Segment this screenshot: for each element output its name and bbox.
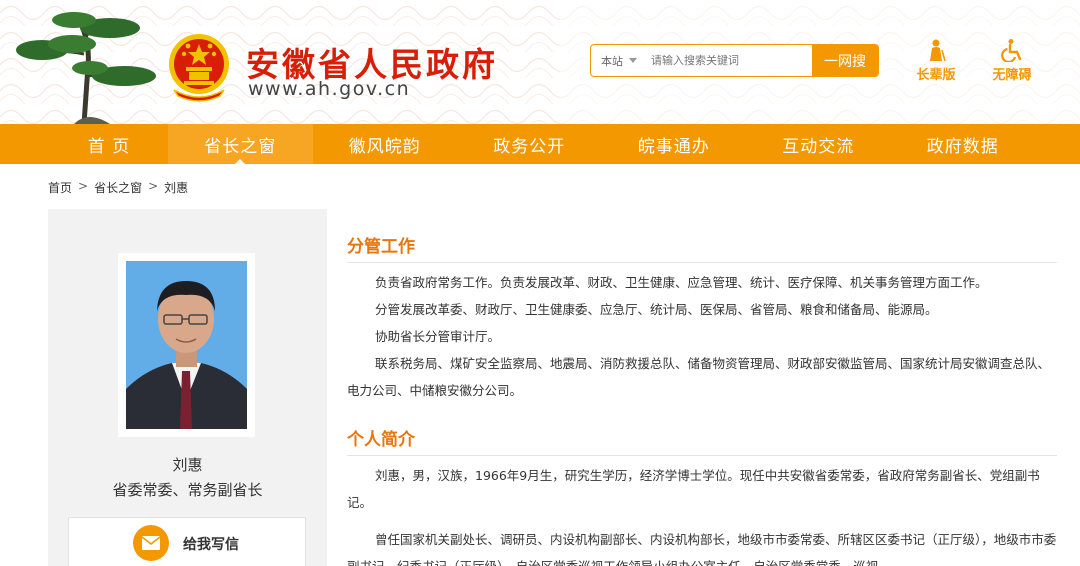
accessibility-icon: [1001, 39, 1022, 62]
bio-heading: 个人简介: [347, 425, 1057, 456]
main-nav: 首 页 省长之窗 徽风皖韵 政务公开 皖事通办 互动交流 政府数据: [0, 124, 1080, 165]
chevron-down-icon: [629, 58, 637, 63]
nav-government-affairs[interactable]: 政务公开: [457, 124, 602, 164]
profile-panel: 刘惠 省委常委、常务副省长 给我写信: [48, 209, 327, 566]
national-emblem-icon: [169, 34, 229, 102]
duties-paragraph: 联系税务局、煤矿安全监察局、地震局、消防救援总队、储备物资管理局、财政部安徽监管…: [347, 356, 1051, 398]
official-title: 省委常委、常务副省长: [112, 481, 263, 499]
elder-icon: [930, 39, 946, 62]
breadcrumb-separator: >: [148, 179, 159, 193]
elder-mode-label: 长辈版: [916, 68, 956, 83]
duties-paragraph: 分管发展改革委、财政厅、卫生健康委、应急厅、统计局、医保局、省管局、粮食和储备局…: [375, 302, 938, 317]
breadcrumb-governor-window[interactable]: 省长之窗: [94, 179, 142, 196]
search-button[interactable]: 一网搜: [812, 45, 878, 76]
duties-section: 分管工作 负责省政府常务工作。负责发展改革、财政、卫生健康、应急管理、统计、医疗…: [347, 232, 1057, 404]
bio-paragraph: 刘惠，男，汉族，1966年9月生，研究生学历，经济学博士学位。现任中共安徽省委常…: [347, 468, 1040, 510]
nav-anhui-culture[interactable]: 徽风皖韵: [313, 124, 458, 164]
duties-paragraph: 协助省长分管审计厅。: [375, 329, 501, 344]
site-header: 安徽省人民政府 www.ah.gov.cn 本站 一网搜 长辈版 无障碍: [0, 0, 1080, 124]
breadcrumb-home[interactable]: 首页: [48, 179, 72, 196]
breadcrumb-separator: >: [78, 179, 89, 193]
mail-icon: [133, 525, 169, 561]
nav-governor-window[interactable]: 省长之窗: [168, 124, 313, 165]
pine-tree-logo: [16, 12, 156, 124]
elder-mode-button[interactable]: 长辈版: [906, 38, 966, 83]
search-bar: 本站 一网搜: [590, 44, 879, 77]
nav-services[interactable]: 皖事通办: [602, 124, 747, 164]
search-scope-label: 本站: [601, 54, 623, 68]
search-input[interactable]: [647, 45, 812, 76]
accessibility-label: 无障碍: [992, 68, 1032, 83]
bio-paragraph: 曾任国家机关副处长、调研员、内设机构副部长、内设机构部长，地级市市委常委、所辖区…: [347, 532, 1057, 566]
search-scope-select[interactable]: 本站: [591, 45, 647, 76]
portrait-photo: [126, 261, 247, 429]
write-letter-label: 给我写信: [183, 537, 239, 553]
official-name: 刘惠: [172, 456, 203, 474]
portrait-frame: [118, 253, 255, 437]
breadcrumb-current: 刘惠: [164, 181, 189, 195]
duties-heading: 分管工作: [347, 232, 1057, 263]
site-url: www.ah.gov.cn: [248, 78, 411, 100]
accessibility-button[interactable]: 无障碍: [982, 38, 1042, 83]
breadcrumb: 首页 > 省长之窗 > 刘惠: [48, 179, 188, 196]
duties-paragraph: 负责省政府常务工作。负责发展改革、财政、卫生健康、应急管理、统计、医疗保障、机关…: [375, 275, 988, 290]
main-content: 分管工作 负责省政府常务工作。负责发展改革、财政、卫生健康、应急管理、统计、医疗…: [347, 232, 1057, 566]
write-letter-button[interactable]: 给我写信: [68, 517, 306, 566]
portrait-image: [126, 261, 247, 429]
nav-home[interactable]: 首 页: [50, 124, 168, 164]
nav-interaction[interactable]: 互动交流: [746, 124, 891, 164]
nav-government-data[interactable]: 政府数据: [891, 124, 1036, 164]
bio-section: 个人简介 刘惠，男，汉族，1966年9月生，研究生学历，经济学博士学位。现任中共…: [347, 425, 1057, 566]
